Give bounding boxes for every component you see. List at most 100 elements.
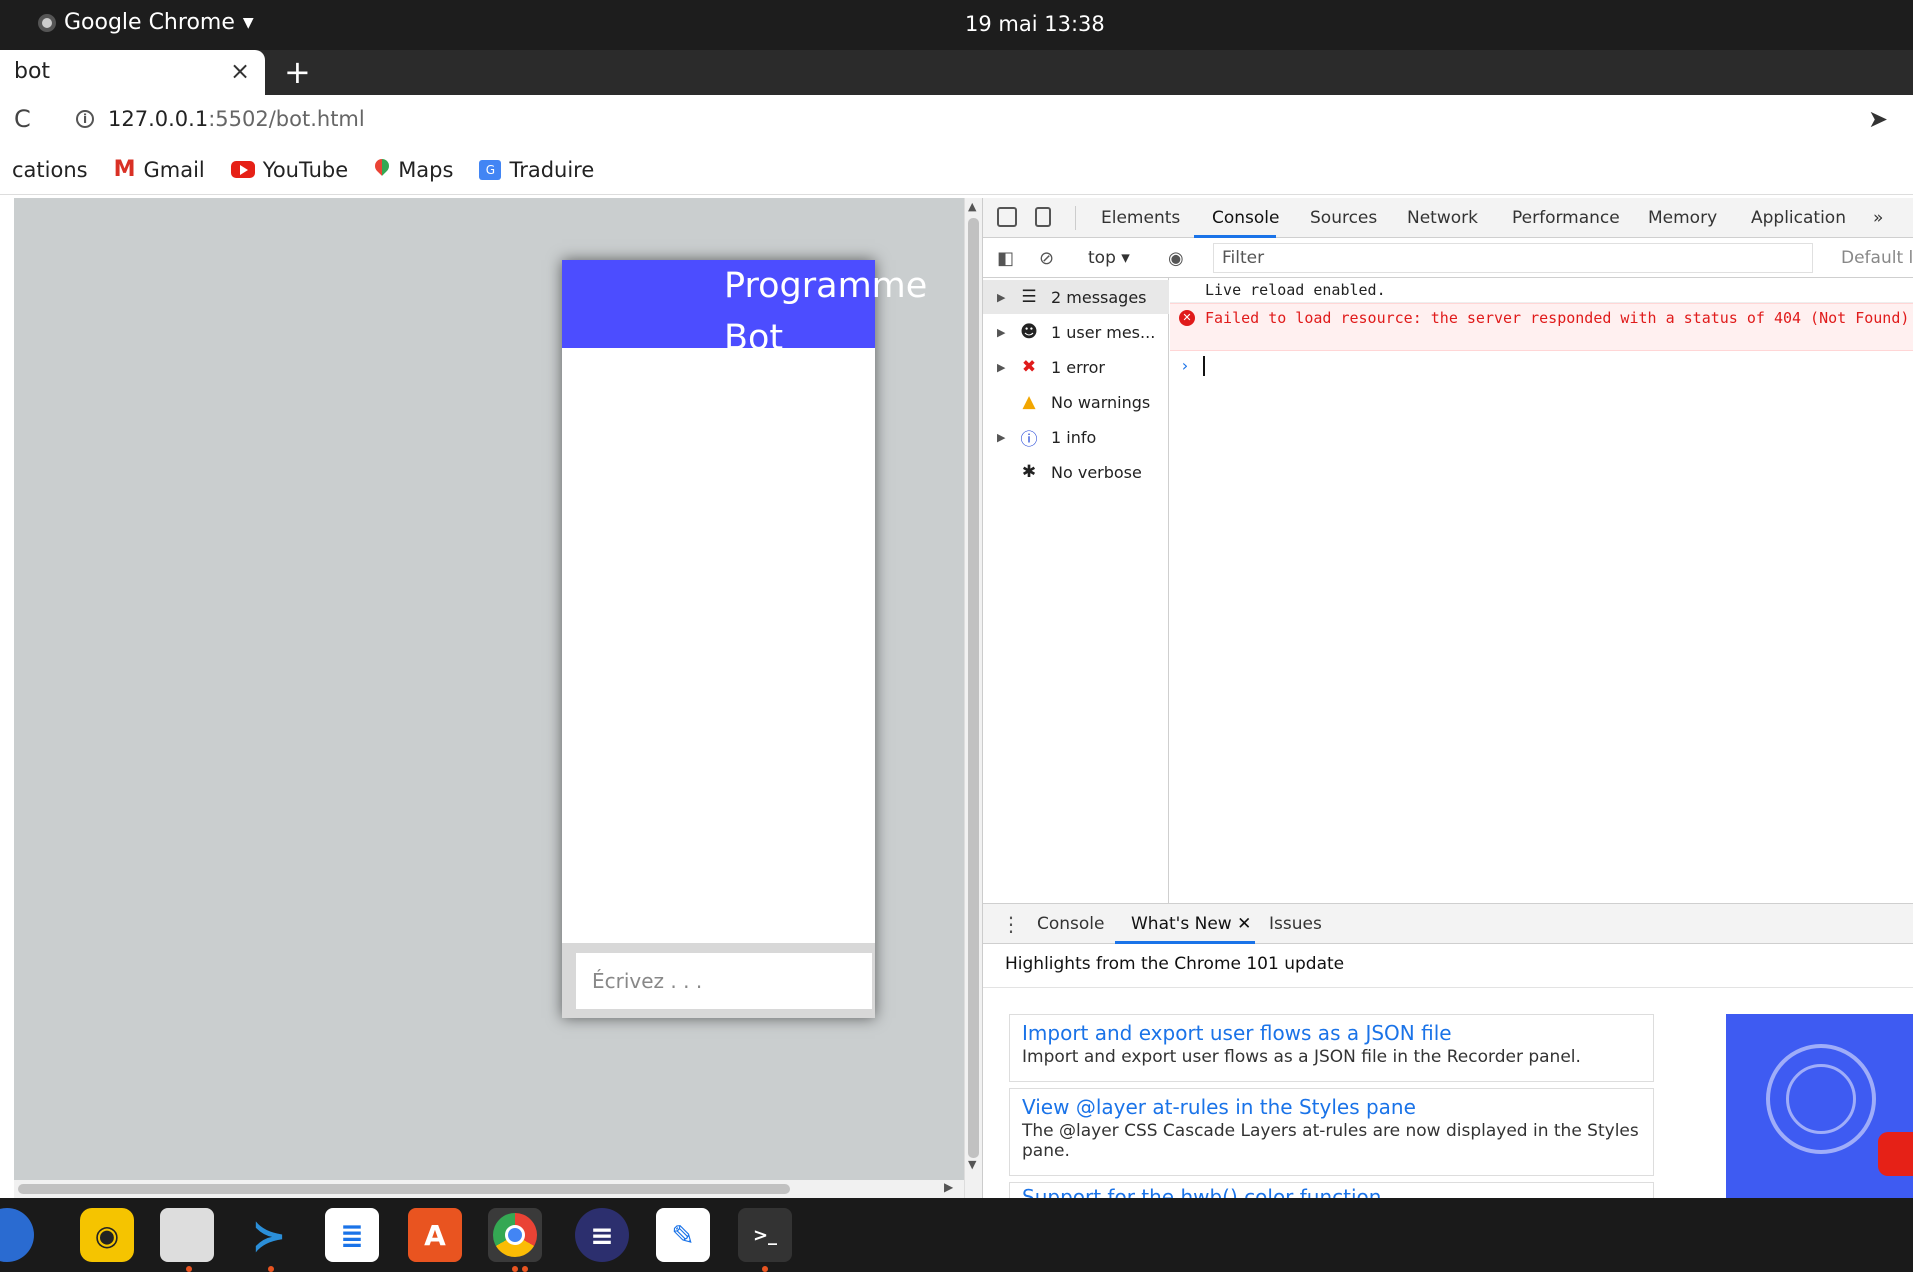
- youtube-play-icon[interactable]: [1878, 1132, 1913, 1176]
- rhythmbox-icon[interactable]: ◉: [80, 1208, 134, 1262]
- sidebar-item-label: 1 user mes...: [1051, 322, 1156, 342]
- warning-icon: ▲: [1022, 392, 1036, 412]
- sidebar-item-user-messages[interactable]: ▶ ☻ 1 user mes...: [983, 315, 1169, 349]
- scrollbar-thumb[interactable]: [18, 1184, 790, 1194]
- sidebar-item-label: 1 error: [1051, 357, 1105, 377]
- scrollbar-thumb[interactable]: [968, 218, 979, 1158]
- drawer-tab-issues[interactable]: Issues: [1269, 914, 1322, 934]
- inspect-element-icon[interactable]: [997, 207, 1017, 227]
- tab-strip: bot × +: [0, 50, 1913, 95]
- sidebar-item-label: 2 messages: [1051, 287, 1147, 307]
- tab-elements[interactable]: Elements: [1101, 208, 1180, 228]
- sidebar-item-errors[interactable]: ▶ ✖ 1 error: [983, 350, 1169, 384]
- sidebar-item-label: No warnings: [1051, 392, 1151, 412]
- chrome-dock-icon[interactable]: [488, 1208, 542, 1262]
- console-prompt-icon: ›: [1180, 356, 1190, 375]
- system-clock[interactable]: 19 mai 13:38: [965, 12, 1105, 36]
- sidebar-item-warnings[interactable]: ▲ No warnings: [983, 385, 1169, 419]
- divider: [1075, 206, 1076, 230]
- eye-icon[interactable]: ◉: [1168, 248, 1184, 269]
- bookmark-label: YouTube: [262, 157, 349, 182]
- app-center-icon[interactable]: A: [408, 1208, 462, 1262]
- thunderbird-icon[interactable]: [0, 1208, 34, 1262]
- bookmark-gmail[interactable]: M Gmail: [114, 157, 205, 182]
- running-indicator: [268, 1266, 274, 1272]
- tab-application[interactable]: Application: [1751, 208, 1846, 228]
- log-levels-dropdown[interactable]: Default le: [1841, 248, 1913, 268]
- send-icon[interactable]: ➤: [1868, 105, 1888, 133]
- bookmark-traduire[interactable]: G Traduire: [479, 158, 594, 182]
- eclipse-icon[interactable]: ≡: [575, 1208, 629, 1262]
- ubuntu-dock: ◉ ≻ ≣ A ≡ ✎ >_: [0, 1198, 1913, 1272]
- bookmark-youtube[interactable]: YouTube: [230, 157, 349, 182]
- console-sidebar: ▶ ☰ 2 messages ▶ ☻ 1 user mes... ▶ ✖ 1 e…: [983, 278, 1169, 903]
- bookmark-maps[interactable]: Maps: [374, 158, 453, 182]
- vertical-scrollbar[interactable]: ▲ ▼: [964, 198, 982, 1198]
- text-editor-icon[interactable]: ✎: [656, 1208, 710, 1262]
- app-menu[interactable]: Google Chrome ▼: [38, 10, 254, 35]
- files-icon[interactable]: [160, 1208, 214, 1262]
- url-field[interactable]: 127.0.0.1:5502/bot.html: [108, 107, 365, 131]
- feature-card[interactable]: Support for the hwb() color function: [1009, 1182, 1654, 1199]
- chat-input[interactable]: [576, 953, 872, 1009]
- feature-card-title[interactable]: Import and export user flows as a JSON f…: [1022, 1021, 1641, 1045]
- expand-arrow-icon: ▶: [997, 290, 1006, 304]
- context-selector[interactable]: top ▾: [1088, 248, 1130, 268]
- tab-memory[interactable]: Memory: [1648, 208, 1717, 228]
- tab-performance[interactable]: Performance: [1512, 208, 1620, 228]
- console-input-cursor[interactable]: [1203, 356, 1205, 376]
- writer-icon[interactable]: ≣: [325, 1208, 379, 1262]
- active-tab-indicator: [1115, 941, 1255, 944]
- feature-card[interactable]: Import and export user flows as a JSON f…: [1009, 1014, 1654, 1082]
- feature-card[interactable]: View @layer at-rules in the Styles pane …: [1009, 1088, 1654, 1176]
- error-text: Failed to load resource: the server resp…: [1205, 309, 1910, 327]
- chatbot-footer: [562, 943, 875, 1018]
- tab-sources[interactable]: Sources: [1310, 208, 1377, 228]
- decorative-circle: [1786, 1064, 1856, 1134]
- more-tabs-button[interactable]: »: [1873, 208, 1883, 228]
- expand-arrow-icon: ▶: [997, 430, 1006, 444]
- scroll-up-icon[interactable]: ▲: [968, 200, 976, 213]
- url-path: :5502/bot.html: [208, 107, 365, 131]
- bookmark-label: cations: [12, 157, 88, 182]
- tab-title: bot: [14, 59, 51, 84]
- drawer-tab-whats-new[interactable]: What's New ✕: [1131, 914, 1251, 934]
- drawer-tab-console[interactable]: Console: [1037, 914, 1105, 934]
- sidebar-item-label: No verbose: [1051, 462, 1142, 482]
- scroll-down-icon[interactable]: ▼: [968, 1158, 976, 1171]
- page-viewport: Programme Bot ▶: [14, 198, 964, 1198]
- tab-close-icon[interactable]: ×: [230, 57, 250, 85]
- browser-tab[interactable]: bot ×: [0, 50, 265, 95]
- translate-icon: G: [479, 159, 502, 180]
- tab-console[interactable]: Console: [1212, 208, 1280, 228]
- console-filter-input[interactable]: [1213, 243, 1813, 273]
- sidebar-toggle-icon[interactable]: ◧: [997, 248, 1014, 269]
- horizontal-scrollbar[interactable]: ▶: [14, 1180, 964, 1198]
- console-message-error[interactable]: ✕ Failed to load resource: the server re…: [1170, 303, 1913, 351]
- devtools-panel: Elements Console Sources Network Perform…: [982, 198, 1913, 1199]
- whats-new-video-thumbnail[interactable]: [1726, 1014, 1913, 1199]
- terminal-icon[interactable]: >_: [738, 1208, 792, 1262]
- tab-network[interactable]: Network: [1407, 208, 1478, 228]
- feature-card-title[interactable]: Support for the hwb() color function: [1022, 1185, 1641, 1198]
- maps-pin-icon: [374, 159, 390, 181]
- reload-icon[interactable]: C: [14, 105, 31, 133]
- new-tab-button[interactable]: +: [284, 53, 311, 91]
- clear-console-icon[interactable]: ⊘: [1039, 248, 1054, 269]
- bug-icon: ✱: [1021, 462, 1037, 482]
- bookmark-applications[interactable]: cations: [12, 158, 88, 182]
- sidebar-item-messages[interactable]: ▶ ☰ 2 messages: [983, 280, 1169, 314]
- more-options-icon[interactable]: ⋮: [1001, 912, 1021, 936]
- device-toolbar-icon[interactable]: [1035, 207, 1051, 227]
- sidebar-item-label: 1 info: [1051, 427, 1097, 447]
- youtube-icon: [230, 161, 255, 178]
- scroll-right-icon[interactable]: ▶: [944, 1180, 953, 1194]
- running-indicator: [762, 1266, 768, 1272]
- console-message-info[interactable]: Live reload enabled.: [1170, 278, 1913, 303]
- sidebar-item-info[interactable]: ▶ ⓘ 1 info: [983, 420, 1169, 454]
- sidebar-item-verbose[interactable]: ✱ No verbose: [983, 455, 1169, 489]
- vscode-icon[interactable]: ≻: [242, 1208, 296, 1262]
- site-info-icon[interactable]: i: [76, 110, 94, 128]
- feature-card-title[interactable]: View @layer at-rules in the Styles pane: [1022, 1095, 1641, 1119]
- close-icon[interactable]: ✕: [1237, 914, 1251, 934]
